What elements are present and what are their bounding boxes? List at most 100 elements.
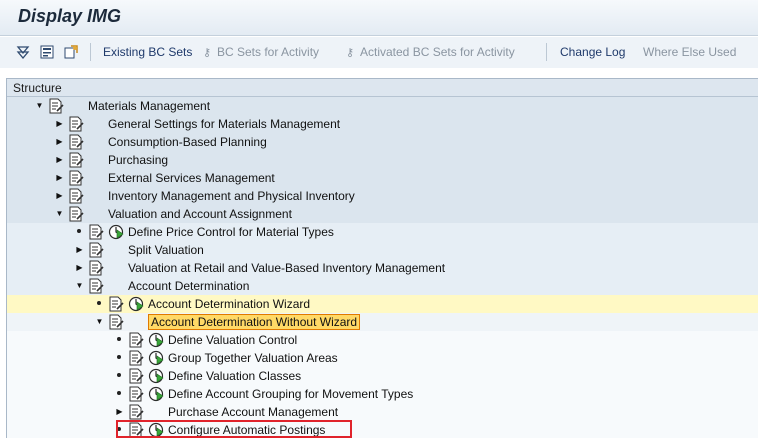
leaf-bullet	[97, 301, 101, 305]
change-log-label: Change Log	[560, 45, 626, 59]
tree-node-label[interactable]: Valuation and Account Assignment	[108, 207, 292, 221]
leaf-bullet	[117, 391, 121, 395]
tree-node[interactable]: ▶ Purchasing	[7, 151, 758, 169]
expand-triangle-icon[interactable]: ▶	[115, 407, 124, 416]
tree-node-label[interactable]: Purchase Account Management	[168, 405, 338, 419]
tree-node[interactable]: ▼ Valuation and Account Assignment	[7, 205, 758, 223]
change-log-button[interactable]: Change Log	[560, 45, 625, 59]
activated-bc-sets-button[interactable]: ⚷ Activated BC Sets for Activity	[346, 45, 515, 59]
execute-clock-icon[interactable]	[148, 350, 164, 366]
expand-triangle-icon[interactable]: ▶	[55, 173, 64, 182]
leaf-bullet	[117, 355, 121, 359]
leaf-bullet	[117, 373, 121, 377]
execute-clock-icon[interactable]	[128, 296, 144, 312]
info-icon[interactable]	[40, 45, 54, 59]
expand-subtree-icon[interactable]	[16, 45, 30, 59]
document-icon[interactable]	[48, 98, 64, 114]
existing-bc-sets-button[interactable]: Existing BC Sets	[103, 45, 192, 59]
execute-clock-icon[interactable]	[108, 224, 124, 240]
document-icon[interactable]	[128, 350, 144, 366]
document-icon[interactable]	[128, 386, 144, 402]
expand-triangle-icon[interactable]: ▶	[55, 119, 64, 128]
tree-node-label[interactable]: Materials Management	[88, 99, 210, 113]
expand-triangle-icon[interactable]: ▶	[55, 137, 64, 146]
tree-node[interactable]: ▶ Purchase Account Management	[7, 403, 758, 421]
tree-node[interactable]: Define Price Control for Material Types	[7, 223, 758, 241]
tree-column-header: Structure	[7, 79, 758, 97]
collapse-triangle-icon[interactable]: ▼	[55, 209, 64, 218]
tree-node-label[interactable]: Define Valuation Control	[168, 333, 297, 347]
page-title: Display IMG	[18, 6, 122, 26]
execute-clock-icon[interactable]	[148, 332, 164, 348]
tree-node-label[interactable]: Account Determination Wizard	[148, 297, 310, 311]
document-icon[interactable]	[88, 224, 104, 240]
collapse-triangle-icon[interactable]: ▼	[95, 317, 104, 326]
document-icon[interactable]	[108, 296, 124, 312]
tree-node[interactable]: ▶ External Services Management	[7, 169, 758, 187]
where-else-used-button[interactable]: Where Else Used	[643, 45, 736, 59]
document-icon[interactable]	[68, 134, 84, 150]
tree-node-label[interactable]: Valuation at Retail and Value-Based Inve…	[128, 261, 445, 275]
application-toolbar: Existing BC Sets ⚷ BC Sets for Activity ⚷…	[0, 37, 758, 68]
tree-node-label[interactable]: Consumption-Based Planning	[108, 135, 267, 149]
tree-node[interactable]: ▶ General Settings for Materials Manageme…	[7, 115, 758, 133]
img-structure-tree: Structure ▼ Materials Management ▶ General …	[6, 78, 758, 438]
tree-node-label[interactable]: Split Valuation	[128, 243, 204, 257]
collapse-triangle-icon[interactable]: ▼	[35, 101, 44, 110]
document-icon[interactable]	[88, 278, 104, 294]
document-icon[interactable]	[128, 404, 144, 420]
tree-node[interactable]: ▶ Inventory Management and Physical Inven…	[7, 187, 758, 205]
collapse-triangle-icon[interactable]: ▼	[75, 281, 84, 290]
toolbar-separator	[546, 43, 547, 61]
tree-node[interactable]: Define Account Grouping for Movement Typ…	[7, 385, 758, 403]
document-icon[interactable]	[68, 116, 84, 132]
expand-triangle-icon[interactable]: ▶	[55, 191, 64, 200]
execute-clock-icon[interactable]	[148, 368, 164, 384]
document-icon[interactable]	[88, 242, 104, 258]
tree-node-label[interactable]: Account Determination	[128, 279, 249, 293]
title-bar: Display IMG	[0, 0, 758, 36]
document-icon[interactable]	[68, 188, 84, 204]
tree-node[interactable]: ▶ Valuation at Retail and Value-Based Inv…	[7, 259, 758, 277]
tree-node[interactable]: ▼ Account Determination Without Wizard	[7, 313, 758, 331]
tree-node[interactable]: ▼ Account Determination	[7, 277, 758, 295]
tree-node-label[interactable]: Define Account Grouping for Movement Typ…	[168, 387, 413, 401]
document-icon[interactable]	[68, 206, 84, 222]
execute-clock-icon[interactable]	[148, 386, 164, 402]
tree-node-label[interactable]: Group Together Valuation Areas	[168, 351, 338, 365]
tree-node[interactable]: Define Valuation Classes	[7, 367, 758, 385]
tree-node[interactable]: ▼ Materials Management	[7, 97, 758, 115]
toolbar-separator	[90, 43, 91, 61]
tree-node-label[interactable]: External Services Management	[108, 171, 275, 185]
tree-node[interactable]: ▶ Consumption-Based Planning	[7, 133, 758, 151]
bc-sets-for-activity-label: BC Sets for Activity	[217, 45, 320, 59]
where-else-used-label: Where Else Used	[643, 45, 737, 59]
document-icon[interactable]	[68, 170, 84, 186]
document-icon[interactable]	[128, 332, 144, 348]
tree-node-label[interactable]: General Settings for Materials Managemen…	[108, 117, 340, 131]
tree-node-label[interactable]: Define Price Control for Material Types	[128, 225, 334, 239]
document-icon[interactable]	[108, 314, 124, 330]
leaf-bullet	[117, 337, 121, 341]
tree-node[interactable]: ▶ Split Valuation	[7, 241, 758, 259]
expand-triangle-icon[interactable]: ▶	[75, 245, 84, 254]
document-icon[interactable]	[128, 368, 144, 384]
activated-bc-sets-label: Activated BC Sets for Activity	[360, 45, 515, 59]
tree-node[interactable]: Define Valuation Control	[7, 331, 758, 349]
highlight-box	[116, 420, 352, 438]
tree-node-label[interactable]: Inventory Management and Physical Invent…	[108, 189, 355, 203]
document-icon[interactable]	[88, 260, 104, 276]
expand-triangle-icon[interactable]: ▶	[75, 263, 84, 272]
key-icon: ⚷	[346, 47, 355, 59]
tree-node-label[interactable]: Purchasing	[108, 153, 168, 167]
tree-node-label[interactable]: Account Determination Without Wizard	[148, 314, 361, 330]
expand-triangle-icon[interactable]: ▶	[55, 155, 64, 164]
tree-node-label[interactable]: Define Valuation Classes	[168, 369, 301, 383]
tree-node[interactable]: Account Determination Wizard	[7, 295, 758, 313]
structure-header-label: Structure	[13, 81, 62, 95]
tree-node[interactable]: Group Together Valuation Areas	[7, 349, 758, 367]
documentation-icon[interactable]	[64, 45, 78, 59]
leaf-bullet	[77, 229, 81, 233]
bc-sets-for-activity-button[interactable]: ⚷ BC Sets for Activity	[203, 45, 319, 59]
document-icon[interactable]	[68, 152, 84, 168]
